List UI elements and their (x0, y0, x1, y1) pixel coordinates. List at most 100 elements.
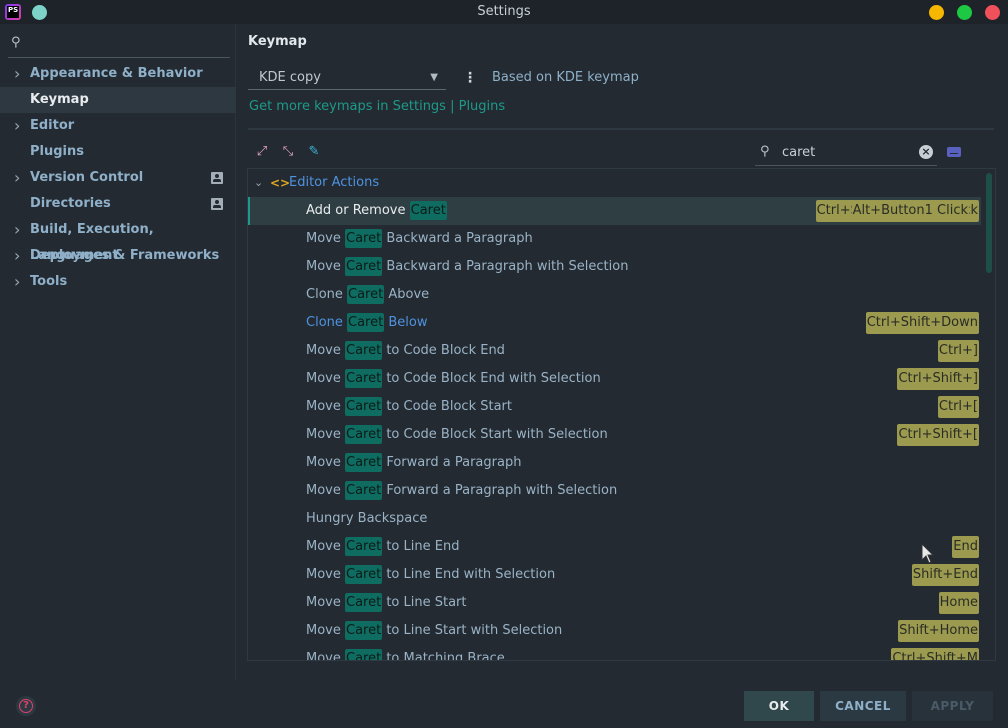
action-name-suffix: Below (384, 315, 428, 330)
sidebar-item-label: Editor (30, 118, 75, 133)
collapse-all-icon[interactable]: ⤡ (280, 144, 296, 160)
tree-group-editor-actions[interactable]: ⌄ <> Editor Actions (248, 169, 981, 197)
chevron-right-icon[interactable]: › (14, 269, 20, 295)
search-match-highlight: Caret (345, 341, 383, 360)
chevron-right-icon[interactable]: › (14, 61, 20, 87)
action-name: Move Caret Forward a Paragraph (306, 449, 521, 477)
sidebar-item-directories[interactable]: Directories (0, 191, 236, 217)
get-more-keymaps-link[interactable]: Get more keymaps in Settings | Plugins (249, 99, 505, 114)
action-name: Move Caret to Code Block Start with Sele… (306, 421, 608, 449)
page-title: Keymap (248, 34, 307, 49)
search-match-highlight: Caret (345, 565, 383, 584)
search-match-highlight: Caret (345, 369, 383, 388)
shortcut-badge: End (952, 536, 979, 558)
action-row[interactable]: Move Caret Forward a Paragraph (248, 449, 981, 477)
action-name-suffix: Above (384, 287, 430, 302)
action-name-prefix: Move (306, 455, 345, 470)
chevron-right-icon[interactable]: › (14, 243, 20, 269)
actions-tree: ⌄ <> Editor Actions Add or Remove CaretC… (247, 168, 996, 661)
close-button[interactable] (985, 5, 1000, 20)
action-row[interactable]: Move Caret Backward a Paragraph (248, 225, 981, 253)
action-name-suffix: to Code Block Start (382, 399, 512, 414)
chevron-down-icon[interactable]: ⌄ (254, 169, 263, 197)
action-name: Move Caret to Code Block Start (306, 393, 512, 421)
sidebar-item-editor[interactable]: › Editor (0, 113, 236, 139)
shortcut-badge: Ctrl+Shift+Down (865, 312, 979, 334)
chevron-right-icon[interactable]: › (14, 165, 20, 191)
vertical-scrollbar[interactable] (986, 173, 992, 273)
action-name-suffix: to Line End with Selection (382, 567, 556, 582)
sidebar-item-appearance-behavior[interactable]: › Appearance & Behavior (0, 61, 236, 87)
maximize-button[interactable] (957, 5, 972, 20)
minimize-button[interactable] (929, 5, 944, 20)
action-row[interactable]: Move Caret to Line Start Home (248, 589, 981, 617)
ok-button[interactable]: OK (744, 691, 814, 721)
settings-search-input[interactable]: ⚲ (8, 32, 230, 58)
action-row[interactable]: Move Caret Backward a Paragraph with Sel… (248, 253, 981, 281)
action-name: Move Caret Backward a Paragraph with Sel… (306, 253, 628, 281)
shortcut-badge: Alt+Button1 Click (851, 200, 969, 222)
sidebar-item-languages-frameworks[interactable]: › Languages & Frameworks (0, 243, 236, 269)
expand-all-icon[interactable]: ⤢ (254, 144, 270, 160)
separator (248, 128, 994, 130)
action-name: Hungry Backspace (306, 505, 427, 533)
action-row[interactable]: Move Caret to Code Block End with Select… (248, 365, 981, 393)
sidebar-item-label: Tools (30, 274, 68, 289)
edit-pencil-icon[interactable]: ✎ (306, 144, 322, 160)
sidebar-item-label: Version Control (30, 170, 144, 185)
action-search-input[interactable]: ⚲ caret × (755, 140, 937, 166)
sidebar-item-build-execution-deployment[interactable]: › Build, Execution, Deployment (0, 217, 236, 263)
find-by-shortcut-keyboard-icon[interactable] (947, 147, 961, 157)
search-match-highlight: Caret (347, 285, 385, 304)
action-row[interactable]: Move Caret to Code Block Start Ctrl+[ (248, 393, 981, 421)
action-row[interactable]: Move Caret to Line End End (248, 533, 981, 561)
action-row[interactable]: Move Caret to Matching Brace Ctrl+Shift+M (248, 645, 981, 661)
action-row[interactable]: Move Caret to Code Block Start with Sele… (248, 421, 981, 449)
sidebar-item-tools[interactable]: › Tools (0, 269, 236, 295)
help-button[interactable]: ? (16, 696, 36, 716)
action-name: Move Caret to Line Start with Selection (306, 617, 562, 645)
sidebar-item-keymap[interactable]: Keymap (0, 87, 236, 113)
action-row[interactable]: Add or Remove CaretCtrl+Shift+Button3 Cl… (248, 197, 981, 225)
title-bar: PS Settings (0, 0, 1008, 24)
sidebar-item-plugins[interactable]: Plugins (0, 139, 236, 165)
chevron-right-icon[interactable]: › (14, 217, 20, 243)
action-row[interactable]: Hungry Backspace (248, 505, 981, 533)
action-name-suffix: to Code Block Start with Selection (382, 427, 608, 442)
sidebar-item-version-control[interactable]: › Version Control (0, 165, 236, 191)
cancel-button[interactable]: CANCEL (820, 691, 906, 721)
action-row[interactable]: Move Caret to Line Start with Selection S… (248, 617, 981, 645)
action-name-prefix: Clone (306, 315, 348, 330)
action-name: Clone Caret Above (306, 281, 429, 309)
shortcut-badge: Ctrl+] (937, 340, 979, 362)
action-name-suffix: to Line Start with Selection (382, 623, 563, 638)
apply-button[interactable]: APPLY (912, 691, 993, 721)
action-name-suffix: to Matching Brace (382, 651, 505, 661)
search-match-highlight: Caret (347, 313, 385, 332)
action-name-prefix: Move (306, 371, 345, 386)
action-row[interactable]: Move Caret to Code Block End Ctrl+] (248, 337, 981, 365)
search-match-highlight: Caret (345, 425, 383, 444)
action-row[interactable]: Move Caret to Line End with Selection Shi… (248, 561, 981, 589)
clear-search-icon[interactable]: × (919, 145, 933, 159)
action-name-prefix: Clone (306, 287, 348, 302)
action-row[interactable]: Clone Caret Below Ctrl+Shift+Down (248, 309, 981, 337)
keymap-actions-menu-icon[interactable]: ⋮ (463, 70, 477, 86)
action-name-prefix: Move (306, 343, 345, 358)
based-on-label: Based on KDE keymap (492, 70, 639, 85)
action-row[interactable]: Move Caret Forward a Paragraph with Sele… (248, 477, 981, 505)
search-match-highlight: Caret (345, 257, 383, 276)
mouse-cursor-icon (921, 543, 935, 564)
settings-sidebar: ⚲ › Appearance & Behavior Keymap › Editor Plu… (0, 24, 236, 680)
search-match-highlight: Caret (345, 397, 383, 416)
sidebar-item-label: Plugins (30, 144, 84, 159)
search-match-highlight: Caret (409, 201, 447, 220)
chevron-right-icon[interactable]: › (14, 113, 20, 139)
help-icon: ? (19, 699, 33, 713)
search-match-highlight: Caret (345, 229, 383, 248)
action-name: Move Caret to Line End (306, 533, 459, 561)
keymap-scheme-select[interactable]: KDE copy ▼ (248, 68, 446, 90)
action-name-prefix: Move (306, 623, 345, 638)
search-match-highlight: Caret (345, 537, 383, 556)
action-row[interactable]: Clone Caret Above (248, 281, 981, 309)
